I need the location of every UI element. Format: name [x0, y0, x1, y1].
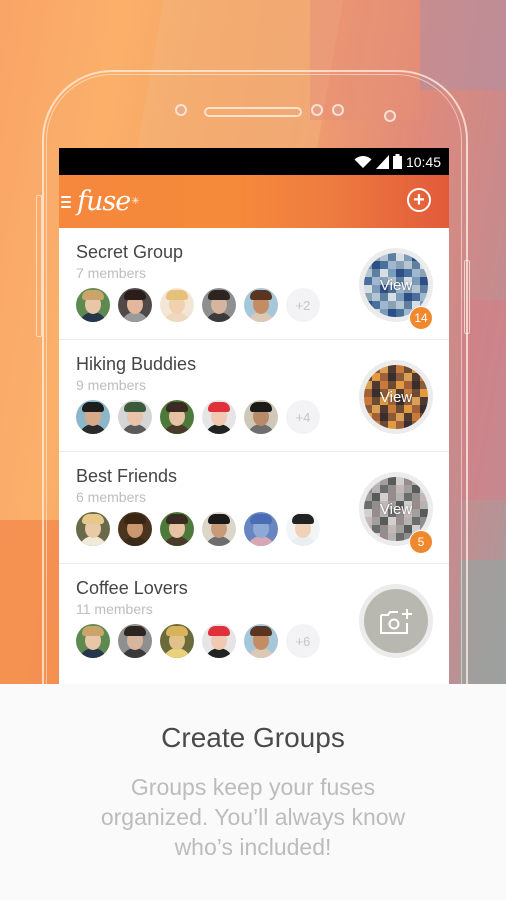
front-sensor-icon	[332, 104, 344, 116]
member-avatar[interactable]	[244, 512, 278, 546]
more-members-chip[interactable]: +2	[286, 288, 320, 322]
add-group-button[interactable]: +	[407, 188, 431, 212]
member-avatars	[76, 512, 320, 546]
member-avatar[interactable]	[202, 288, 236, 322]
onboarding-caption: Create Groups Groups keep your fuses org…	[0, 684, 506, 900]
member-avatar[interactable]	[244, 624, 278, 658]
unread-count-badge: 5	[409, 530, 433, 554]
member-avatar[interactable]	[118, 512, 152, 546]
member-avatar[interactable]	[244, 400, 278, 434]
member-avatar[interactable]	[160, 288, 194, 322]
member-avatar[interactable]	[160, 624, 194, 658]
view-label: View	[379, 388, 413, 406]
member-avatars: +2	[76, 288, 320, 322]
add-photo-camera-icon	[364, 589, 428, 653]
app-bar: fuse ✳ +	[59, 175, 449, 228]
status-time: 10:45	[405, 153, 441, 170]
member-avatar[interactable]	[202, 624, 236, 658]
member-avatar[interactable]	[160, 512, 194, 546]
more-members-chip[interactable]: +6	[286, 624, 320, 658]
member-avatar[interactable]	[118, 288, 152, 322]
logo-spark-icon: ✳	[131, 196, 140, 207]
group-list: Secret Group 7 members +2 View 14 Hiking Budd…	[59, 228, 449, 675]
member-avatar[interactable]	[286, 512, 320, 546]
member-avatar[interactable]	[76, 512, 110, 546]
unread-count-badge: 14	[409, 306, 433, 330]
member-avatars: +6	[76, 624, 320, 658]
member-avatar[interactable]	[76, 288, 110, 322]
caption-body: Groups keep your fuses organized. You’ll…	[100, 774, 406, 860]
group-name: Best Friends	[76, 466, 178, 486]
group-list-item[interactable]: Secret Group 7 members +2 View 14	[59, 228, 449, 340]
member-avatar[interactable]	[202, 512, 236, 546]
group-list-item[interactable]: Coffee Lovers 11 members +6	[59, 564, 449, 675]
battery-icon	[392, 154, 402, 169]
add-circle-icon: +	[413, 189, 425, 211]
member-avatar[interactable]	[76, 400, 110, 434]
add-group-photo-button[interactable]	[359, 584, 433, 658]
bg-shape	[420, 0, 506, 90]
status-bar: 10:45	[59, 148, 449, 175]
group-name: Secret Group	[76, 242, 184, 262]
app-logo: fuse	[77, 186, 131, 217]
group-list-item[interactable]: Hiking Buddies 9 members +4 View	[59, 340, 449, 452]
phone-screen: 10:45 fuse ✳ + Secret Group 7 members +2 Vi…	[59, 148, 449, 684]
phone-side-button	[36, 195, 42, 337]
member-avatars: +4	[76, 400, 320, 434]
group-member-count: 11 members	[76, 601, 153, 617]
group-name: Coffee Lovers	[76, 578, 188, 598]
group-thumbnail: View	[364, 365, 428, 429]
view-label: View	[379, 276, 413, 294]
group-member-count: 6 members	[76, 489, 147, 505]
member-avatar[interactable]	[118, 624, 152, 658]
group-name: Hiking Buddies	[76, 354, 197, 374]
member-avatar[interactable]	[160, 400, 194, 434]
proximity-sensor-icon	[384, 110, 396, 122]
wifi-icon	[354, 155, 372, 169]
phone-speaker-grille	[204, 107, 302, 117]
group-member-count: 9 members	[76, 377, 147, 393]
hamburger-menu-icon[interactable]	[61, 195, 71, 208]
view-group-button[interactable]: View	[359, 360, 433, 434]
caption-title: Create Groups	[161, 722, 345, 753]
member-avatar[interactable]	[118, 400, 152, 434]
group-list-item[interactable]: Best Friends 6 members View 5	[59, 452, 449, 564]
member-avatar[interactable]	[244, 288, 278, 322]
view-label: View	[379, 500, 413, 518]
more-members-chip[interactable]: +4	[286, 400, 320, 434]
front-camera-icon	[311, 104, 323, 116]
member-avatar[interactable]	[202, 400, 236, 434]
group-member-count: 7 members	[76, 265, 147, 281]
front-sensor-icon	[175, 104, 187, 116]
member-avatar[interactable]	[76, 624, 110, 658]
signal-icon	[375, 154, 389, 169]
phone-side-button	[464, 260, 470, 334]
